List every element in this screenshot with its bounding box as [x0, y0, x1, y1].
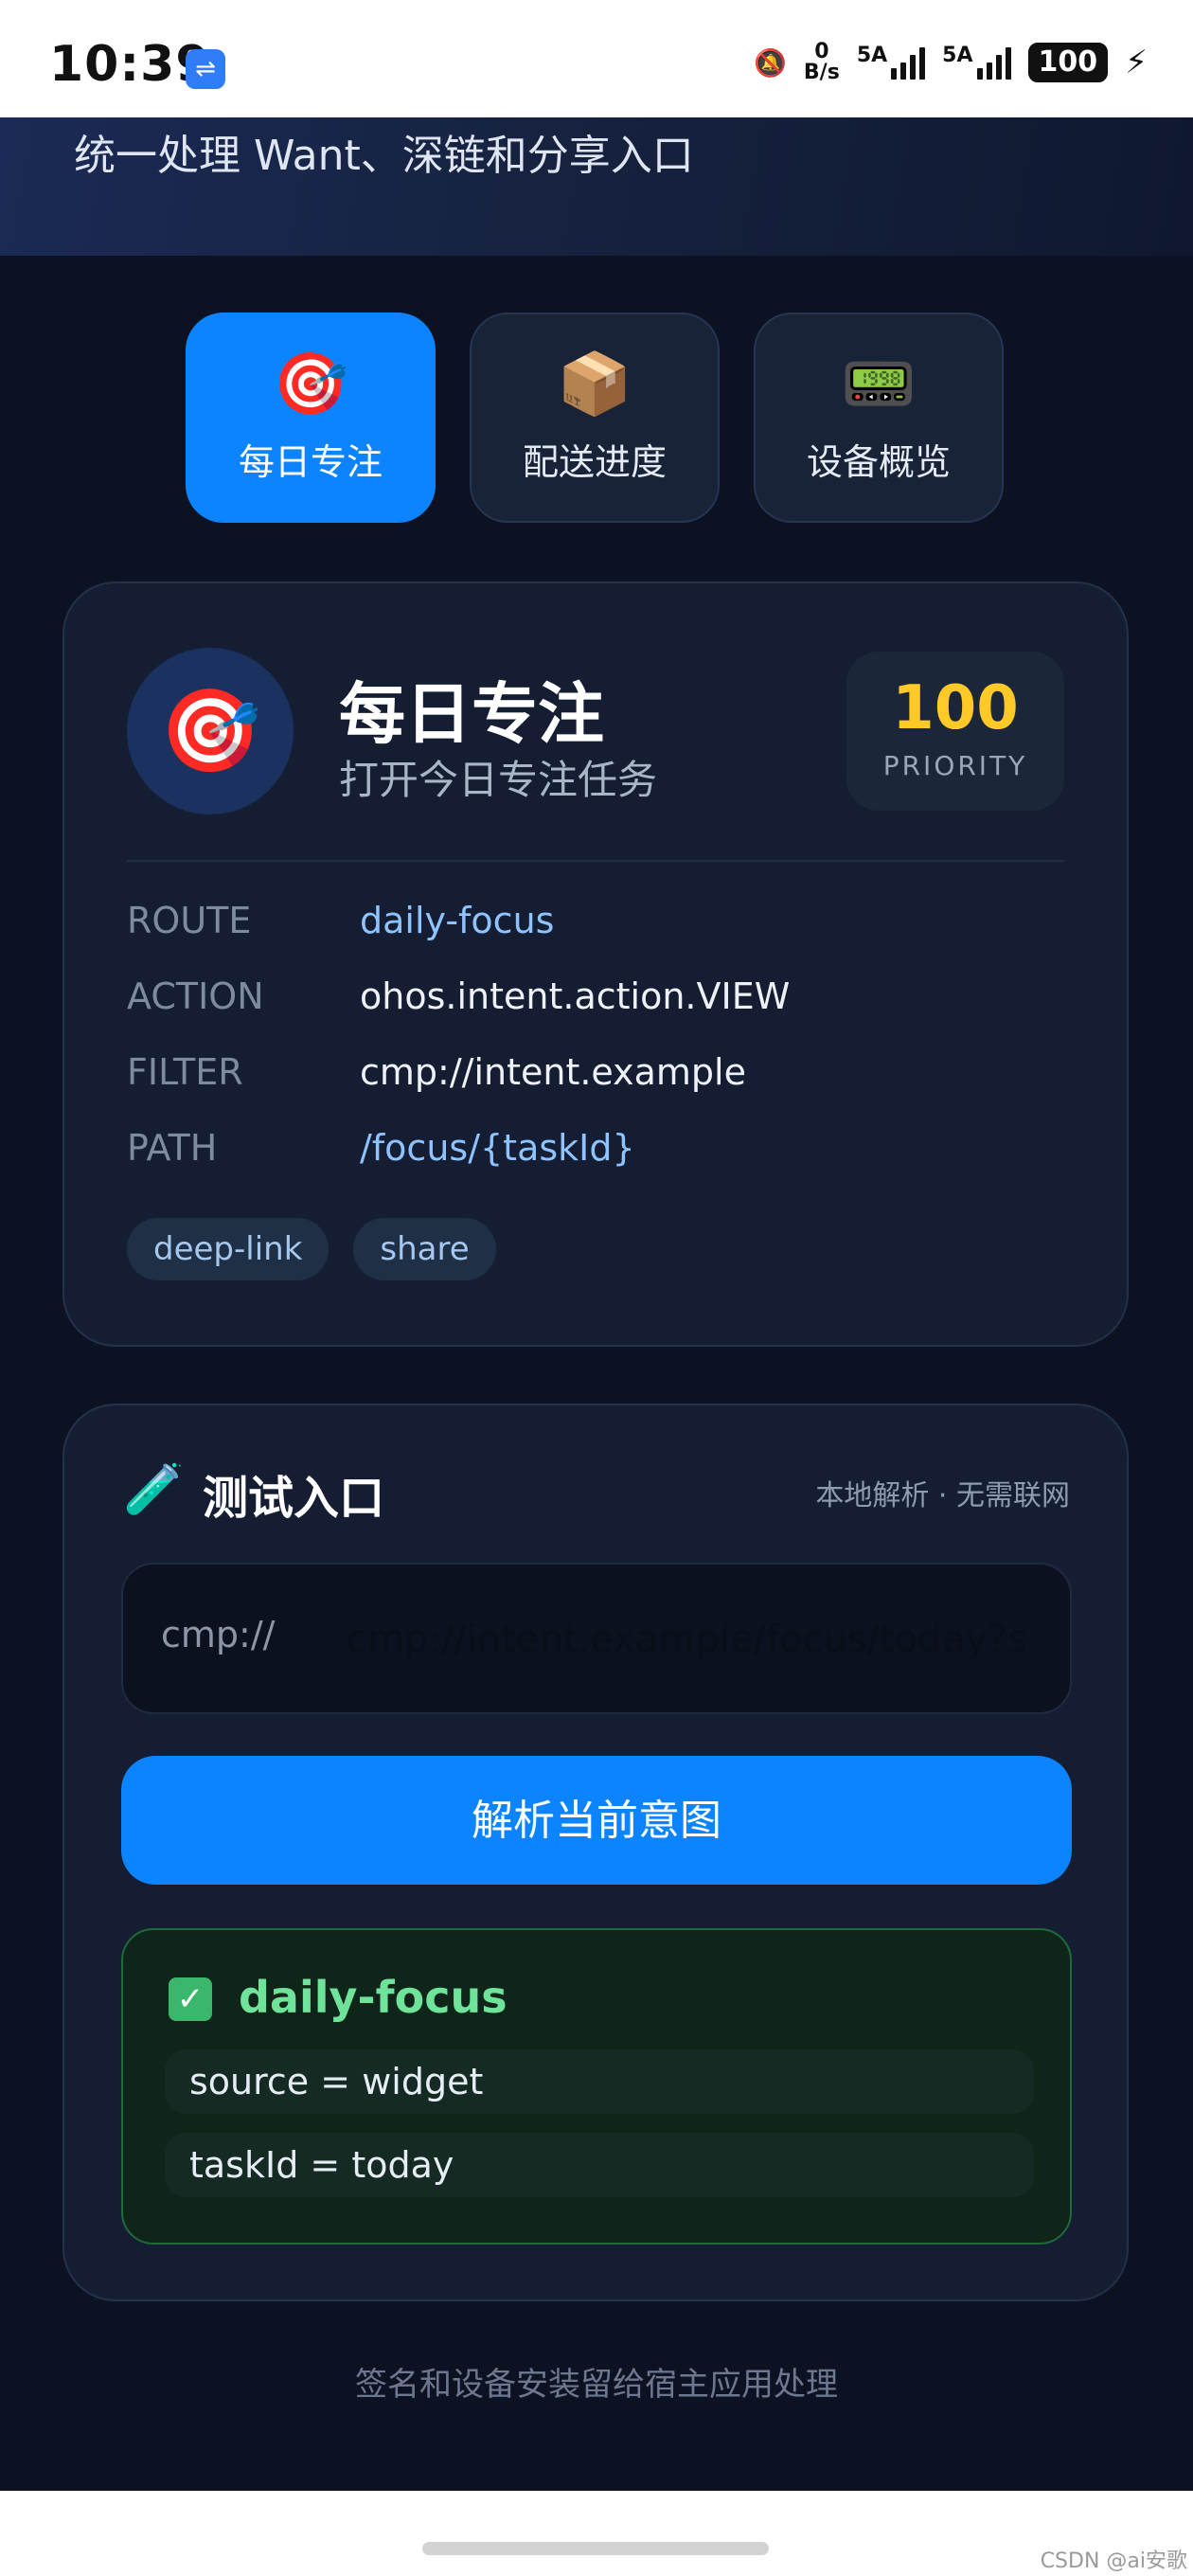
home-indicator[interactable] — [422, 2542, 769, 2555]
target-icon: 🎯 — [127, 648, 294, 814]
network-speed: 0 B/s — [803, 40, 840, 84]
parse-intent-button[interactable]: 解析当前意图 — [121, 1756, 1072, 1885]
charging-icon: ⚡ — [1125, 44, 1148, 81]
watermark: CSDN @ai安歌 — [1040, 2549, 1187, 2573]
priority-value: 100 — [892, 673, 1019, 743]
bell-muted-icon: 🔕 — [754, 46, 787, 79]
result-param: source = widget — [165, 2049, 1034, 2114]
field-value: daily-focus — [360, 900, 555, 941]
result-route: daily-focus — [239, 1972, 507, 2023]
pager-icon: 📟 — [841, 349, 917, 420]
usb-icon: ⇌ — [186, 49, 225, 89]
intent-subtitle: 打开今日专注任务 — [339, 757, 658, 803]
priority-label: PRIORITY — [882, 750, 1028, 781]
tab-label: 每日专注 — [238, 440, 383, 483]
test-entry-card: 🧪 测试入口 本地解析 · 无需联网 cmp:// 解析当前意图 ✓ daily… — [62, 1404, 1129, 2301]
status-icons: 🔕 0 B/s 5A 5A 100 ⚡ — [754, 42, 1148, 83]
chip-share: share — [353, 1218, 496, 1280]
intent-detail-card: 🎯 每日专注 打开今日专注任务 100 PRIORITY ROUTE daily… — [62, 581, 1129, 1347]
result-param: taskId = today — [165, 2133, 1034, 2197]
target-icon: 🎯 — [273, 349, 348, 420]
uri-prefix: cmp:// — [161, 1614, 276, 1655]
uri-input[interactable] — [347, 1606, 1047, 1673]
tab-label: 配送进度 — [522, 440, 667, 483]
signal-bars-icon — [976, 45, 1011, 80]
navigation-bar: CSDN @ai安歌 — [0, 2491, 1193, 2576]
intent-tabs: 🎯 每日专注 📦 配送进度 📟 设备概览 — [186, 313, 1004, 523]
check-icon: ✓ — [169, 1977, 212, 2021]
footer-note: 签名和设备安装留给宿主应用处理 — [355, 2366, 838, 2404]
test-note: 本地解析 · 无需联网 — [815, 1479, 1070, 1512]
parse-result: ✓ daily-focus source = widget taskId = t… — [121, 1928, 1072, 2245]
battery-icon: 100 — [1027, 43, 1109, 82]
field-key: ACTION — [127, 975, 264, 1017]
header-subtitle: 统一处理 Want、深链和分享入口 — [74, 132, 694, 180]
field-key: ROUTE — [127, 900, 252, 941]
tab-delivery-progress[interactable]: 📦 配送进度 — [470, 313, 720, 523]
uri-input-box: cmp:// — [121, 1563, 1072, 1714]
field-value: ohos.intent.action.VIEW — [360, 975, 791, 1017]
package-icon: 📦 — [557, 349, 632, 420]
field-value: cmp://intent.example — [360, 1051, 746, 1093]
signal-1: 5A — [857, 45, 926, 80]
test-title: 测试入口 — [203, 1472, 385, 1525]
divider — [127, 860, 1064, 862]
field-key: FILTER — [127, 1051, 243, 1093]
tab-label: 设备概览 — [806, 440, 951, 483]
tag-chips: deep-link share — [127, 1218, 496, 1280]
tab-device-overview[interactable]: 📟 设备概览 — [754, 313, 1004, 523]
signal-2: 5A — [942, 45, 1011, 80]
status-bar: 10:39 ⇌ 🔕 0 B/s 5A 5A 100 ⚡ — [0, 0, 1193, 117]
intent-title: 每日专注 — [339, 675, 604, 753]
chip-deep-link: deep-link — [127, 1218, 329, 1280]
field-value: /focus/{taskId} — [360, 1127, 635, 1169]
signal-bars-icon — [891, 45, 926, 80]
test-tube-icon: 🧪 — [123, 1461, 185, 1518]
tab-daily-focus[interactable]: 🎯 每日专注 — [186, 313, 436, 523]
header-banner: 统一处理 Want、深链和分享入口 — [0, 117, 1193, 256]
priority-badge: 100 PRIORITY — [846, 652, 1064, 811]
field-key: PATH — [127, 1127, 218, 1169]
